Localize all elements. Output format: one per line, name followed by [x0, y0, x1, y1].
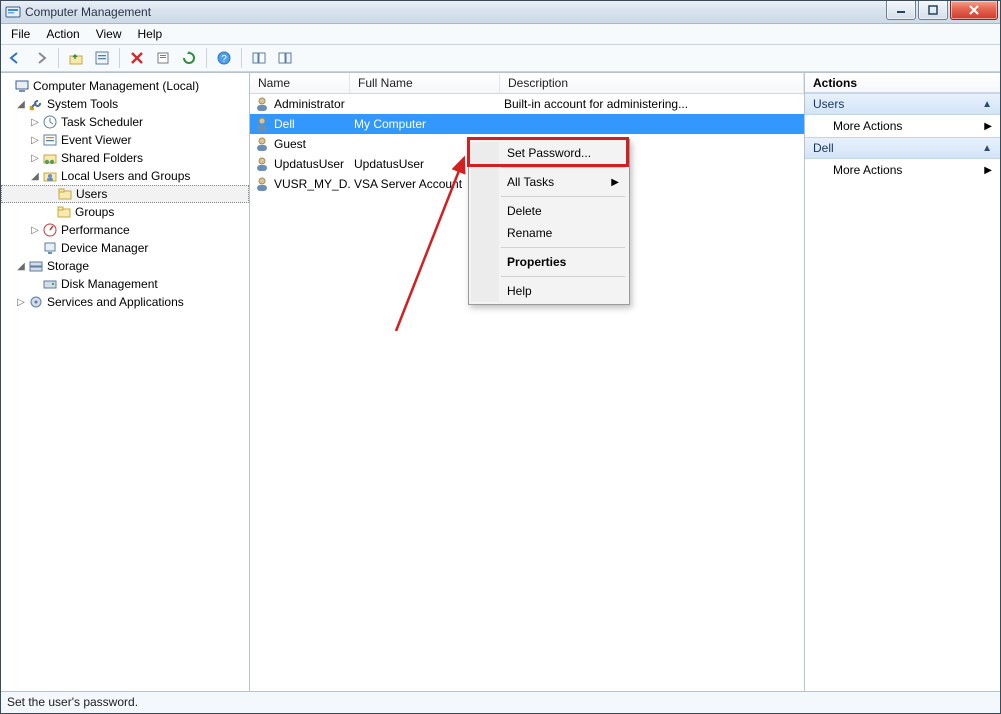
computer-icon	[14, 78, 30, 94]
tree-system-tools[interactable]: ◢ System Tools	[1, 95, 249, 113]
collapse-arrow-icon: ▲	[982, 143, 992, 154]
folder-icon	[57, 186, 73, 202]
forward-button[interactable]	[29, 46, 53, 70]
toolbar: ?	[1, 45, 1000, 72]
tree-device-manager[interactable]: ▹ Device Manager	[1, 239, 249, 257]
tree-performance[interactable]: ▷ Performance	[1, 221, 249, 239]
properties-button[interactable]	[90, 46, 114, 70]
tree-groups[interactable]: ▹ Groups	[1, 203, 249, 221]
svg-text:?: ?	[221, 54, 227, 65]
tree: ▹ Computer Management (Local) ◢ System T…	[1, 73, 249, 311]
performance-icon	[42, 222, 58, 238]
toolbar-separator	[119, 48, 120, 68]
actions-more-actions-users[interactable]: More Actions ▶	[805, 115, 1000, 137]
event-icon	[42, 132, 58, 148]
col-description[interactable]: Description	[500, 73, 804, 93]
ctx-all-tasks[interactable]: All Tasks▶	[471, 171, 627, 193]
show-hide-actions-button[interactable]	[273, 46, 297, 70]
col-fullname[interactable]: Full Name	[350, 73, 500, 93]
menu-action[interactable]: Action	[38, 25, 87, 43]
disk-icon	[42, 276, 58, 292]
services-icon	[28, 294, 44, 310]
minimize-button[interactable]	[886, 1, 916, 20]
tree-local-users-groups[interactable]: ◢ Local Users and Groups	[1, 167, 249, 185]
user-icon	[254, 156, 270, 172]
back-button[interactable]	[3, 46, 27, 70]
submenu-arrow-icon: ▶	[984, 121, 992, 132]
col-name[interactable]: Name	[250, 73, 350, 93]
shared-folder-icon	[42, 150, 58, 166]
actions-header: Actions	[805, 73, 1000, 93]
user-icon	[254, 96, 270, 112]
maximize-button[interactable]	[918, 1, 948, 20]
toolbar-separator	[58, 48, 59, 68]
ctx-rename[interactable]: Rename	[471, 222, 627, 244]
status-text: Set the user's password.	[7, 695, 138, 709]
user-icon	[254, 176, 270, 192]
export-button[interactable]	[151, 46, 175, 70]
list-header: Name Full Name Description	[250, 73, 804, 94]
ctx-sep	[501, 167, 625, 168]
tools-icon	[28, 96, 44, 112]
tree-services-apps[interactable]: ▷ Services and Applications	[1, 293, 249, 311]
user-row[interactable]: Administrator Built-in account for admin…	[250, 94, 804, 114]
titlebar: Computer Management	[1, 1, 1000, 24]
storage-icon	[28, 258, 44, 274]
toolbar-separator	[206, 48, 207, 68]
ctx-sep	[501, 276, 625, 277]
menubar: File Action View Help	[1, 24, 1000, 45]
submenu-arrow-icon: ▶	[984, 165, 992, 176]
window-title: Computer Management	[25, 5, 151, 19]
tree-task-scheduler[interactable]: ▷ Task Scheduler	[1, 113, 249, 131]
tree-pane: ▹ Computer Management (Local) ◢ System T…	[1, 73, 250, 691]
window-buttons	[886, 1, 998, 20]
window-root: Computer Management File Action View Hel…	[0, 0, 1001, 714]
ctx-set-password[interactable]: Set Password...	[471, 142, 627, 164]
tree-disk-management[interactable]: ▹ Disk Management	[1, 275, 249, 293]
ctx-delete[interactable]: Delete	[471, 200, 627, 222]
statusbar: Set the user's password.	[1, 691, 1000, 713]
context-menu: Set Password... All Tasks▶ Delete Rename…	[468, 139, 630, 305]
menu-file[interactable]: File	[3, 25, 38, 43]
menu-view[interactable]: View	[88, 25, 130, 43]
tree-event-viewer[interactable]: ▷ Event Viewer	[1, 131, 249, 149]
user-icon	[254, 116, 270, 132]
clock-icon	[42, 114, 58, 130]
menu-help[interactable]: Help	[130, 25, 171, 43]
users-folder-icon	[42, 168, 58, 184]
folder-icon	[56, 204, 72, 220]
user-icon	[254, 136, 270, 152]
toolbar-separator	[241, 48, 242, 68]
ctx-properties[interactable]: Properties	[471, 251, 627, 273]
user-row-selected[interactable]: Dell My Computer	[250, 114, 804, 134]
tree-root[interactable]: ▹ Computer Management (Local)	[1, 77, 249, 95]
help-button[interactable]: ?	[212, 46, 236, 70]
actions-section-users[interactable]: Users ▲	[805, 93, 1000, 115]
ctx-help[interactable]: Help	[471, 280, 627, 302]
tree-users[interactable]: ▹ Users	[1, 185, 249, 203]
actions-pane: Actions Users ▲ More Actions ▶ Dell ▲ Mo…	[805, 73, 1000, 691]
collapse-arrow-icon: ▲	[982, 99, 992, 110]
ctx-sep	[501, 196, 625, 197]
submenu-arrow-icon: ▶	[611, 177, 619, 188]
refresh-button[interactable]	[177, 46, 201, 70]
delete-button[interactable]	[125, 46, 149, 70]
actions-more-actions-selected[interactable]: More Actions ▶	[805, 159, 1000, 181]
ctx-sep	[501, 247, 625, 248]
close-button[interactable]	[950, 1, 998, 20]
tree-shared-folders[interactable]: ▷ Shared Folders	[1, 149, 249, 167]
device-manager-icon	[42, 240, 58, 256]
actions-section-selected[interactable]: Dell ▲	[805, 137, 1000, 159]
up-level-button[interactable]	[64, 46, 88, 70]
tree-storage[interactable]: ◢ Storage	[1, 257, 249, 275]
show-hide-tree-button[interactable]	[247, 46, 271, 70]
app-icon	[5, 4, 21, 20]
